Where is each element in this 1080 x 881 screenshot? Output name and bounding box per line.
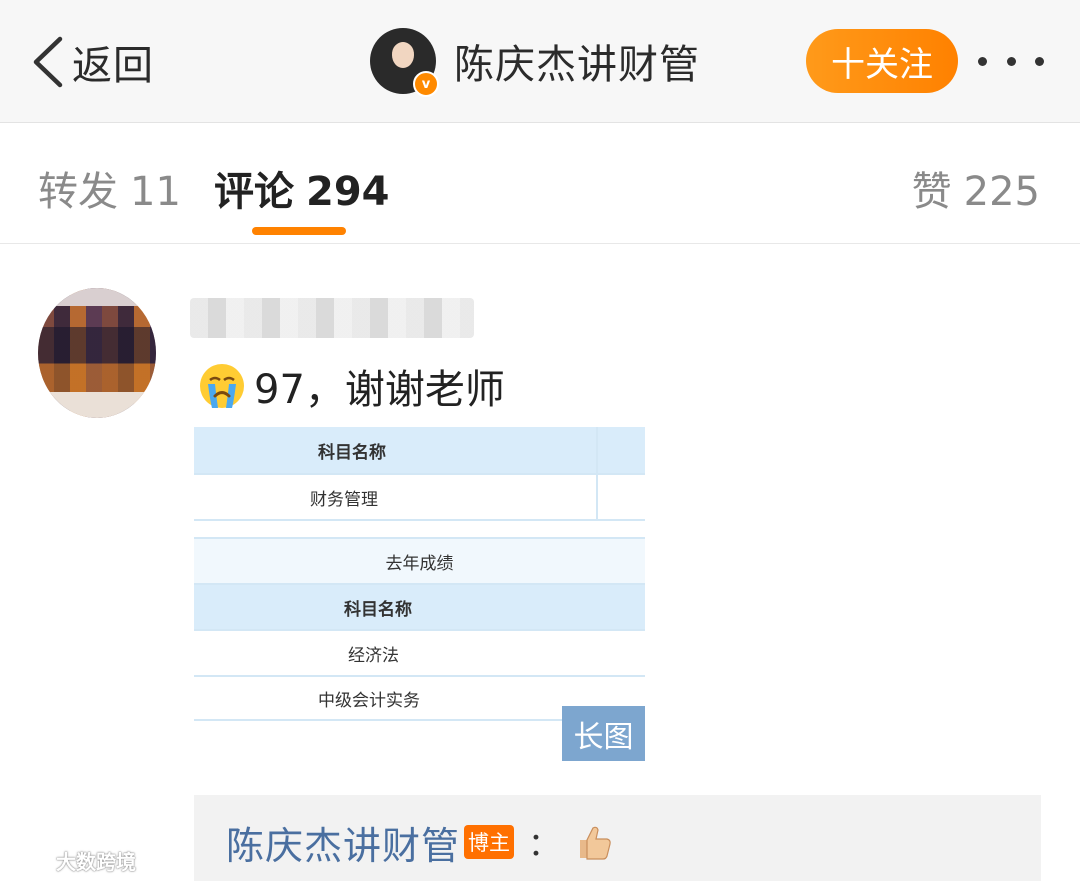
commenter-avatar[interactable] <box>38 288 156 418</box>
table2-title: 去年成绩 <box>385 553 454 574</box>
top-bar: 返回 v 陈庆杰讲财管 十关注 <box>0 0 1080 123</box>
author-avatar[interactable]: v <box>370 28 439 97</box>
table2-title-row: 去年成绩 <box>194 539 645 583</box>
tab-repost[interactable]: 转发 11 <box>38 159 181 217</box>
author-name[interactable]: 陈庆杰讲财管 <box>454 32 700 90</box>
commenter-name-blurred[interactable] <box>190 298 474 338</box>
follow-button[interactable]: 十关注 <box>806 29 958 93</box>
table1-cell: 财务管理 <box>310 489 378 510</box>
chevron-left-icon <box>33 36 63 88</box>
host-badge: 博主 <box>464 825 515 859</box>
more-options-icon[interactable] <box>978 45 1044 77</box>
comment-body: 97，谢谢老师 <box>254 367 505 413</box>
tab-repost-label: 转发 <box>38 169 118 215</box>
table1-header: 科目名称 <box>318 442 386 463</box>
tab-like-count: 225 <box>963 169 1040 215</box>
post-author[interactable]: v 陈庆杰讲财管 <box>370 27 700 97</box>
tab-comment-count: 294 <box>306 169 390 215</box>
table2-cell: 中级会计实务 <box>318 690 420 711</box>
verified-badge-icon: v <box>413 71 439 97</box>
watermark-text: 大数跨境 <box>56 850 136 874</box>
table2-row: 经济法 <box>194 631 645 675</box>
reply-author-name[interactable]: 陈庆杰讲财管 <box>226 815 460 870</box>
crying-face-icon <box>200 364 244 408</box>
watermark-logo-icon <box>11 850 46 872</box>
back-label: 返回 <box>72 43 154 89</box>
long-image-badge: 长图 <box>562 706 645 761</box>
table1-row: 财务管理 <box>194 475 645 519</box>
author-reply[interactable]: 陈庆杰讲财管 博主 ： <box>194 795 1041 881</box>
table1-header-row: 科目名称 <box>194 427 645 473</box>
active-tab-indicator <box>252 227 346 235</box>
comment-attachment-image[interactable]: 科目名称 财务管理 去年成绩 科目名称 经济法 中级会计实务 长图 <box>194 427 645 761</box>
watermark: 大数跨境 <box>10 846 136 875</box>
reply-colon: ： <box>528 825 561 863</box>
table2-header: 科目名称 <box>344 599 412 620</box>
tab-bar: 转发 11 评论 294 赞 225 <box>0 123 1080 244</box>
thumbs-up-icon <box>580 826 611 860</box>
tab-repost-count: 11 <box>130 169 181 215</box>
comment-text: 97，谢谢老师 <box>198 358 505 414</box>
tab-comment[interactable]: 评论 294 <box>214 159 390 217</box>
table2-header-row: 科目名称 <box>194 585 645 629</box>
back-button[interactable]: 返回 <box>30 30 154 94</box>
tab-like-label: 赞 <box>911 169 952 215</box>
tab-comment-label: 评论 <box>214 169 294 215</box>
table2-cell: 经济法 <box>348 645 399 666</box>
tab-like[interactable]: 赞 225 <box>912 159 1040 217</box>
